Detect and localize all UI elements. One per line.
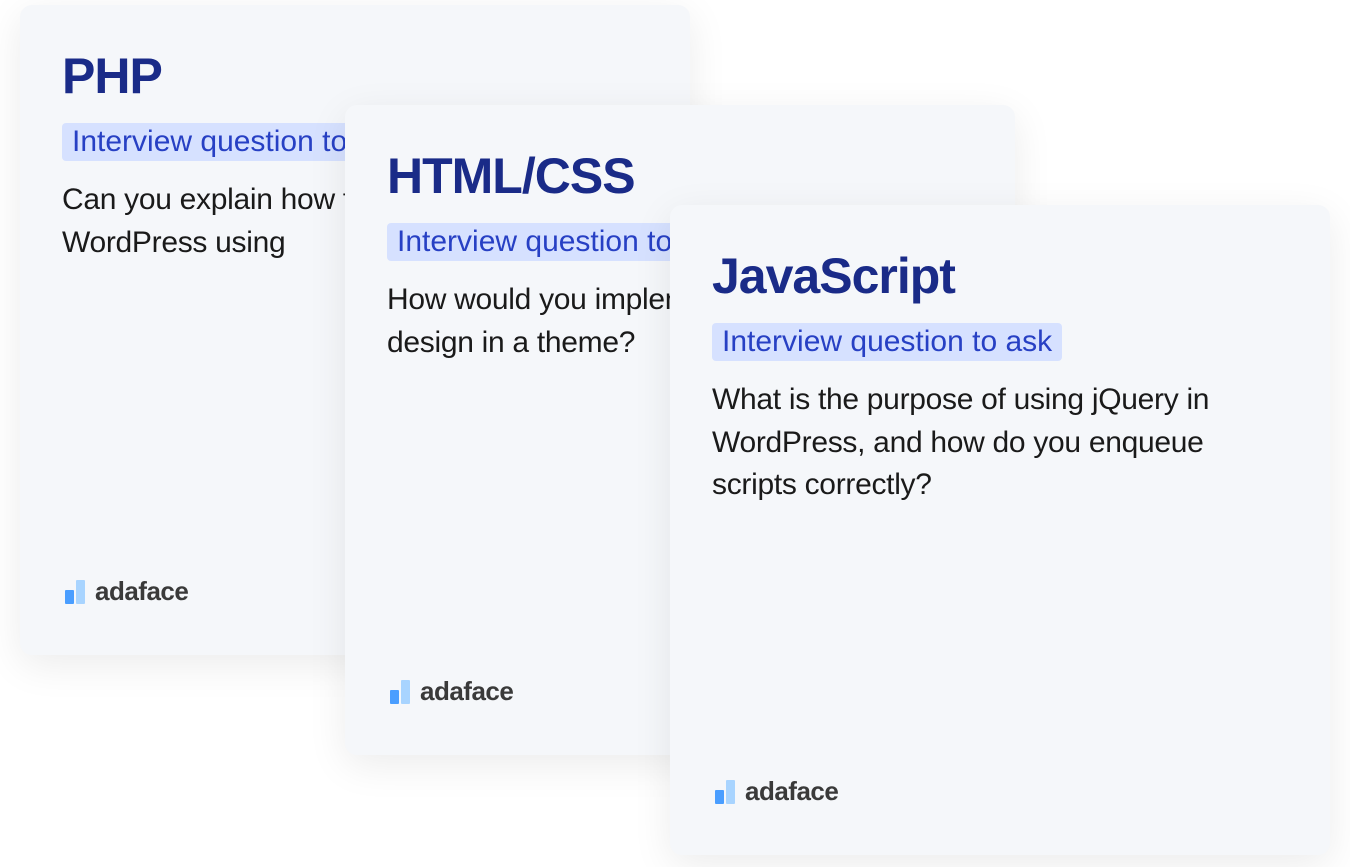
logo-text: adaface (745, 776, 838, 807)
logo: adaface (65, 576, 188, 607)
interview-card-javascript: JavaScript Interview question to ask Wha… (670, 205, 1330, 855)
card-badge: Interview question to ask (712, 323, 1062, 361)
bar-chart-icon (715, 780, 735, 804)
card-title: PHP (62, 47, 648, 105)
card-question: What is the purpose of using jQuery in W… (712, 379, 1288, 507)
logo-text: adaface (420, 676, 513, 707)
card-title: JavaScript (712, 247, 1288, 305)
logo: adaface (715, 776, 838, 807)
bar-chart-icon (65, 580, 85, 604)
card-title: HTML/CSS (387, 147, 973, 205)
bar-chart-icon (390, 680, 410, 704)
logo-text: adaface (95, 576, 188, 607)
logo: adaface (390, 676, 513, 707)
